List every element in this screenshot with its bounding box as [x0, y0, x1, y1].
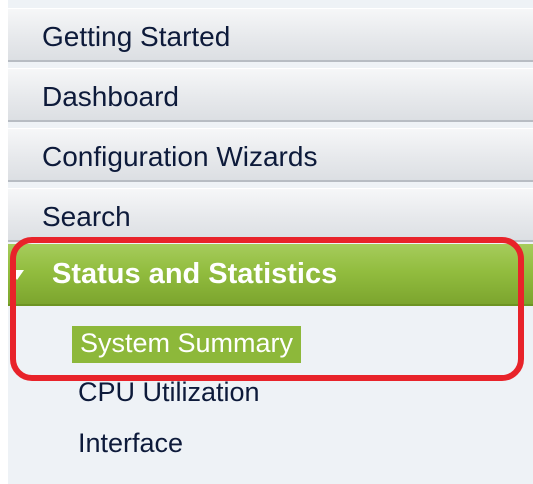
sidebar-nav: Getting Started Dashboard Configuration … [8, 0, 533, 484]
nav-subitem-cpu-utilization[interactable]: CPU Utilization [78, 377, 260, 408]
nav-subitem-interface[interactable]: Interface [78, 428, 183, 459]
expand-arrow-icon [10, 270, 24, 280]
nav-item-label: Configuration Wizards [42, 141, 318, 172]
nav-item-label: Search [42, 201, 131, 232]
nav-item-label: Getting Started [42, 21, 231, 52]
nav-section-status-and-statistics[interactable]: Status and Statistics [8, 244, 533, 306]
nav-subitem-system-summary[interactable]: System Summary [72, 326, 302, 363]
nav-section-label: Status and Statistics [52, 258, 338, 290]
nav-item-configuration-wizards[interactable]: Configuration Wizards [8, 128, 533, 182]
nav-item-search[interactable]: Search [8, 188, 533, 242]
nav-subitem-label: Interface [78, 428, 184, 458]
nav-subitem-label: System Summary [80, 328, 294, 358]
nav-item-getting-started[interactable]: Getting Started [8, 8, 533, 62]
nav-subitem-label: CPU Utilization [78, 377, 260, 407]
nav-item-dashboard[interactable]: Dashboard [8, 68, 533, 122]
nav-item-label: Dashboard [42, 81, 179, 112]
